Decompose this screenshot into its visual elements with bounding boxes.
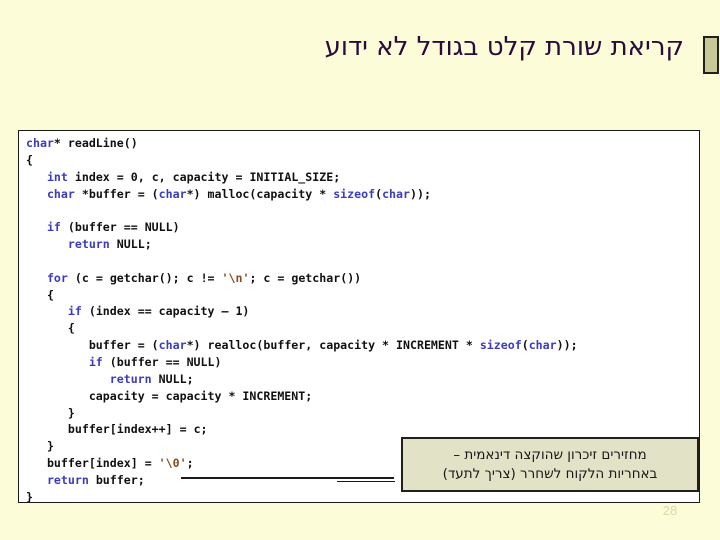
corner-marker-decoration xyxy=(703,36,719,74)
callout-note-line-2: באחריות הלקוח לשחרר (צריך לתעד) xyxy=(442,465,658,482)
callout-note-box: מחזירים זיכרון שהוקצה דינאמית – באחריות … xyxy=(401,437,699,492)
callout-pointer-line xyxy=(181,477,394,479)
callout-note-line-1: מחזירים זיכרון שהוקצה דינאמית – xyxy=(453,446,647,463)
callout-pointer-line-tail xyxy=(337,481,395,482)
page-number: 28 xyxy=(662,503,678,518)
page-title: קריאת שורת קלט בגודל לא ידוע xyxy=(324,32,684,62)
